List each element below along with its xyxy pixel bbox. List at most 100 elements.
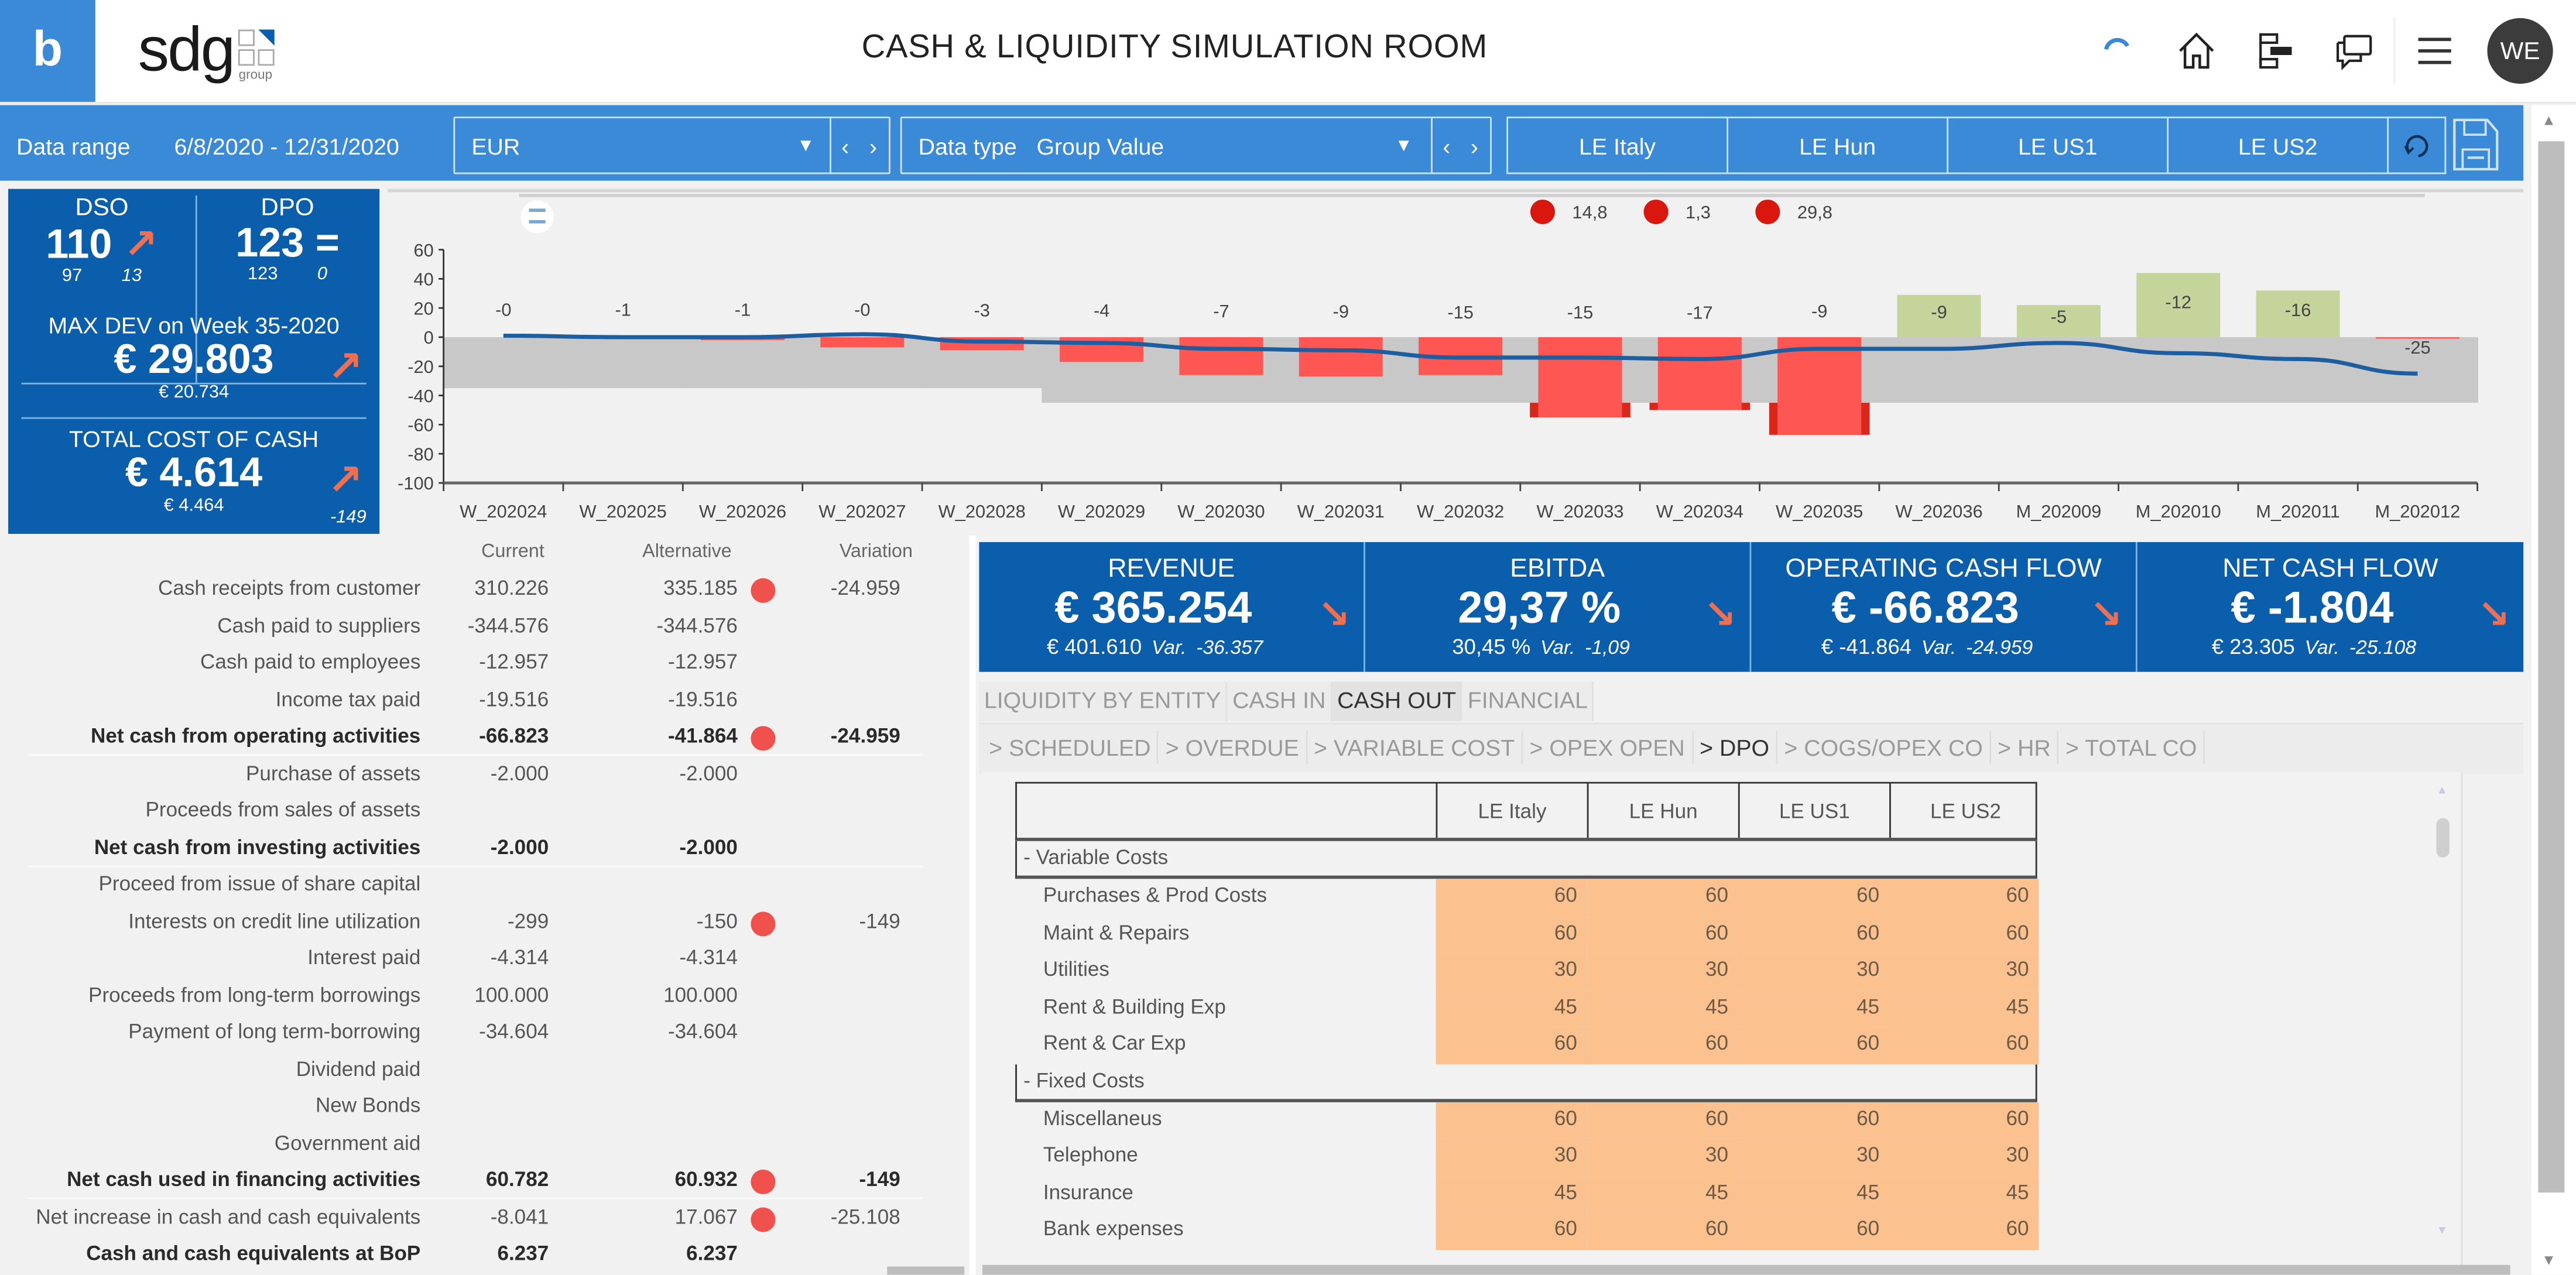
matrix-cell[interactable]: 45 <box>1738 989 1890 1027</box>
cash-flow-row[interactable]: Cash and cash equivalents at BoP 6.237 6.2… <box>8 1237 964 1273</box>
matrix-cell[interactable]: 30 <box>1436 952 1587 990</box>
entity-button[interactable]: LE Italy <box>1508 118 1729 173</box>
matrix-cell[interactable]: 30 <box>1889 1138 2039 1175</box>
subtab-dpo[interactable]: > DPO <box>1693 731 1778 764</box>
matrix-scrollbar[interactable]: ▲ ▼ <box>2436 785 2450 1245</box>
next-datatype-button[interactable]: › <box>1471 132 1478 159</box>
matrix-cell[interactable]: 60 <box>1889 1026 2039 1064</box>
home-icon[interactable] <box>2157 18 2236 84</box>
matrix-column-header[interactable]: LE Italy <box>1436 783 1587 838</box>
cash-flow-row[interactable]: Dividend paid <box>8 1052 964 1088</box>
chat-icon[interactable] <box>2315 18 2394 84</box>
page-scrollbar[interactable]: ▲ ▼ <box>2532 105 2576 1275</box>
matrix-cell[interactable]: 45 <box>1587 1175 1738 1212</box>
subtab-opex-open[interactable]: > OPEX OPEN <box>1523 731 1693 764</box>
tab-cash-in[interactable]: CASH IN <box>1227 681 1332 721</box>
scroll-up-icon[interactable]: ▲ <box>2541 112 2556 128</box>
cash-flow-row[interactable]: Net increase in cash and cash equivalent… <box>8 1200 964 1236</box>
matrix-cell[interactable]: 30 <box>1738 1138 1890 1175</box>
prev-datatype-button[interactable]: ‹ <box>1443 132 1450 159</box>
reset-icon[interactable] <box>2389 118 2444 173</box>
subtab-scheduled[interactable]: > SCHEDULED <box>982 731 1159 764</box>
matrix-cell[interactable]: 60 <box>1436 1212 1587 1250</box>
matrix-cell[interactable]: 30 <box>1436 1138 1587 1175</box>
cash-flow-row[interactable]: Cash receipts from customer 310.226 335.18… <box>8 572 964 608</box>
focus-mode-icon[interactable] <box>520 200 554 234</box>
cash-flow-row[interactable]: Interests on credit line utilization -299… <box>8 904 964 941</box>
cash-flow-row[interactable]: Proceeds from sales of assets <box>8 793 964 830</box>
matrix-cell[interactable]: 60 <box>1436 1101 1587 1139</box>
cash-flow-row[interactable]: Payment of long term-borrowing -34.604 -34… <box>8 1015 964 1051</box>
matrix-cell[interactable]: 30 <box>1587 1138 1738 1175</box>
tab-financial[interactable]: FINANCIAL <box>1462 681 1595 721</box>
matrix-scrollbar-thumb[interactable] <box>2436 818 2450 858</box>
matrix-cell[interactable]: 45 <box>1436 1175 1587 1212</box>
cash-flow-row[interactable]: Net cash from investing activities -2.000… <box>8 830 964 866</box>
matrix-cell[interactable]: 45 <box>1889 989 2039 1027</box>
cash-flow-row[interactable]: Government aid <box>8 1126 964 1163</box>
matrix-group-row[interactable]: - Fixed Costs <box>1015 1063 2037 1102</box>
cash-flow-row[interactable]: Proceeds from long-term borrowings 100.00… <box>8 978 964 1014</box>
matrix-column-header[interactable]: LE US2 <box>1889 783 2040 838</box>
tab-liquidity-by-entity[interactable]: LIQUIDITY BY ENTITY <box>979 681 1228 721</box>
matrix-cell[interactable]: 45 <box>1436 989 1587 1027</box>
chevron-down-icon[interactable]: ▼ <box>797 136 815 156</box>
cash-flow-row[interactable]: Proceed from issue of share capital <box>8 868 964 904</box>
save-icon[interactable] <box>2451 115 2500 174</box>
cash-flow-row[interactable]: Purchase of assets -2.000 -2.000 <box>8 756 964 793</box>
matrix-cell[interactable]: 60 <box>1889 1212 2039 1250</box>
matrix-cell[interactable]: 60 <box>1738 1212 1890 1250</box>
entity-button[interactable]: LE US2 <box>2169 118 2389 173</box>
matrix-cell[interactable]: 60 <box>1889 1101 2039 1139</box>
hamburger-menu-icon[interactable] <box>2393 18 2474 84</box>
matrix-cell[interactable]: 30 <box>1738 952 1890 990</box>
matrix-cell[interactable]: 60 <box>1587 1212 1738 1250</box>
matrix-group-row[interactable]: - Variable Costs <box>1015 841 2037 879</box>
cash-flow-row[interactable]: Net cash from operating activities -66.82… <box>8 719 964 756</box>
matrix-cell[interactable]: 60 <box>1738 1101 1890 1139</box>
cash-flow-row[interactable]: Cash paid to suppliers -344.576 -344.576 <box>8 609 964 645</box>
matrix-cell[interactable]: 60 <box>1587 879 1738 916</box>
matrix-cell[interactable]: 60 <box>1436 916 1587 953</box>
data-type-select[interactable]: Data type Group Value ▼ ‹ › <box>900 116 1492 174</box>
next-currency-button[interactable]: › <box>869 132 877 159</box>
matrix-cell[interactable]: 60 <box>1889 916 2039 953</box>
scroll-down-icon[interactable]: ▼ <box>2541 1252 2556 1268</box>
entity-button[interactable]: LE US1 <box>1948 118 2169 173</box>
matrix-column-header[interactable]: LE US1 <box>1738 783 1889 838</box>
matrix-cell[interactable]: 60 <box>1889 879 2039 916</box>
matrix-cell[interactable]: 60 <box>1738 1026 1890 1064</box>
cash-flow-row[interactable]: Income tax paid -19.516 -19.516 <box>8 683 964 719</box>
matrix-cell[interactable]: 45 <box>1587 989 1738 1027</box>
subtab-variable-cost[interactable]: > VARIABLE COST <box>1307 731 1523 764</box>
subtab-total-co[interactable]: > TOTAL CO <box>2059 731 2205 764</box>
cash-flow-row[interactable]: New Bonds <box>8 1089 964 1125</box>
user-avatar[interactable]: WE <box>2487 18 2553 84</box>
tab-cash-out[interactable]: CASH OUT <box>1332 681 1463 721</box>
currency-select[interactable]: EUR ▼ ‹ › <box>453 116 890 174</box>
matrix-cell[interactable]: 60 <box>1738 879 1890 916</box>
matrix-cell[interactable]: 45 <box>1889 1175 2039 1212</box>
cash-flow-row[interactable]: Net cash used in financing activities 60.… <box>8 1163 964 1199</box>
matrix-cell[interactable]: 60 <box>1436 1026 1587 1064</box>
matrix-cell[interactable]: 60 <box>1587 1101 1738 1139</box>
scrollbar-thumb[interactable] <box>2538 141 2565 1193</box>
horizontal-scrollbar[interactable] <box>982 1264 2510 1275</box>
prev-currency-button[interactable]: ‹ <box>841 132 849 159</box>
entity-button[interactable]: LE Hun <box>1728 118 1949 173</box>
subtab-overdue[interactable]: > OVERDUE <box>1159 731 1307 764</box>
matrix-cell[interactable]: 30 <box>1587 952 1738 990</box>
matrix-cell[interactable]: 45 <box>1738 1175 1890 1212</box>
horizontal-scrollbar[interactable] <box>887 1266 965 1275</box>
chevron-down-icon[interactable]: ▼ <box>1395 136 1413 156</box>
matrix-cell[interactable]: 60 <box>1738 916 1890 953</box>
matrix-cell[interactable]: 60 <box>1587 916 1738 953</box>
subtab-cogs-opex-co[interactable]: > COGS/OPEX CO <box>1777 731 1991 764</box>
matrix-cell[interactable]: 30 <box>1889 952 2039 990</box>
matrix-column-header[interactable]: LE Hun <box>1587 783 1738 838</box>
data-range-value[interactable]: 6/8/2020 - 12/31/2020 <box>174 133 399 159</box>
cash-flow-row[interactable]: Interest paid -4.314 -4.314 <box>8 941 964 978</box>
matrix-cell[interactable]: 60 <box>1436 879 1587 916</box>
hierarchy-icon[interactable] <box>2236 18 2315 84</box>
matrix-cell[interactable]: 60 <box>1587 1026 1738 1064</box>
